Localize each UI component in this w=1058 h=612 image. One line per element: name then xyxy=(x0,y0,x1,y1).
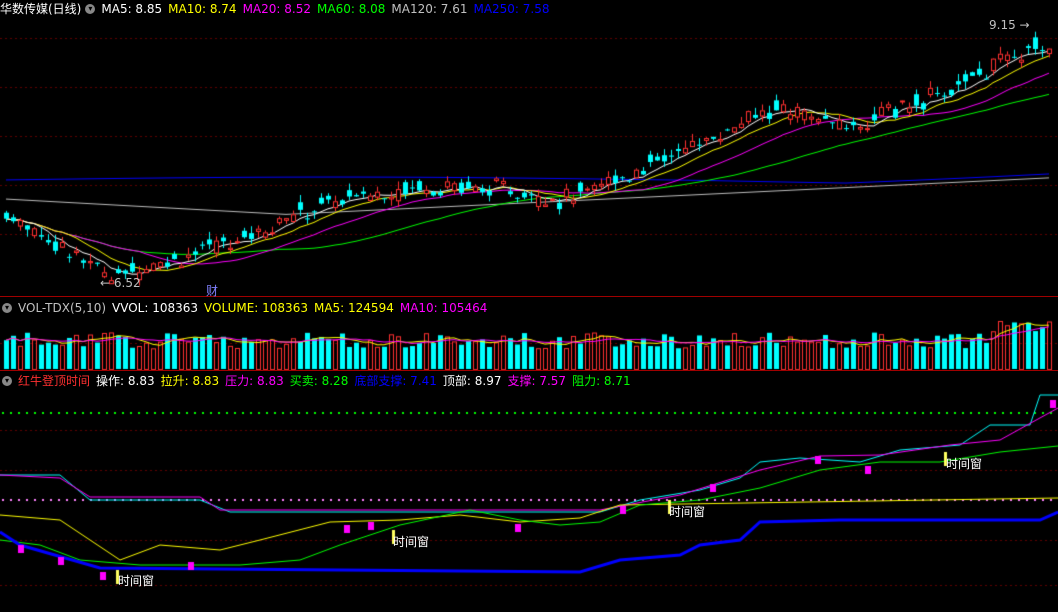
vvol-label: VVOL: 108363 xyxy=(112,301,199,315)
volume-separator xyxy=(0,296,1058,297)
op-label: 操作: 8.83 xyxy=(96,374,155,388)
time-window-label-3: 时间窗 xyxy=(669,505,706,519)
finance-marker[interactable]: 财 xyxy=(206,282,218,299)
ma120-label: MA120: 7.61 xyxy=(391,2,468,16)
arrow-right-icon: → xyxy=(1015,18,1030,32)
indicator-menu-icon[interactable]: ▾ xyxy=(2,376,12,386)
top-label: 顶部: 8.97 xyxy=(442,374,502,388)
ma250-label: MA250: 7.58 xyxy=(473,2,550,16)
lift-label: 拉升: 8.83 xyxy=(160,374,220,388)
ma5-label: MA5: 8.85 xyxy=(101,2,163,16)
time-window-label-1: 时间窗 xyxy=(118,574,155,588)
ma60-label: MA60: 8.08 xyxy=(317,2,386,16)
arrow-left-icon: ← xyxy=(100,276,114,290)
ma20-label: MA20: 8.52 xyxy=(242,2,311,16)
vol-ma5-label: MA5: 124594 xyxy=(313,301,394,315)
support-label: 支撑: 7.57 xyxy=(507,374,567,388)
time-window-label-2: 时间窗 xyxy=(393,535,430,549)
low-price-label: 6.52 xyxy=(113,276,141,290)
volume-menu-icon[interactable]: ▾ xyxy=(2,303,12,313)
trade-label: 买卖: 8.28 xyxy=(289,374,349,388)
high-price-marker: 9.15 → xyxy=(989,18,1030,32)
time-window-label-4: 时间窗 xyxy=(946,457,983,471)
indicator-separator xyxy=(0,370,1058,371)
stock-title[interactable]: 华数传媒(日线) xyxy=(0,0,81,18)
volume-label: VOLUME: 108363 xyxy=(204,301,308,315)
vol-ma10-label: MA10: 105464 xyxy=(399,301,488,315)
ma10-label: MA10: 8.74 xyxy=(168,2,237,16)
indicator-title[interactable]: 红牛登顶时间 xyxy=(18,372,90,390)
pressure-label: 压力: 8.83 xyxy=(225,374,284,388)
bottom-support-label: 底部支撑: 7.41 xyxy=(354,374,437,388)
low-price-marker: ← 6.52 xyxy=(100,276,141,290)
pane-menu-icon[interactable]: ▾ xyxy=(85,4,96,14)
high-price-label: 9.15 xyxy=(989,18,1016,32)
main-pane-header: 华数传媒(日线) ▾ MA5: 8.85 MA10: 8.74 MA20: 8.… xyxy=(0,0,556,18)
resistance-label: 阻力: 8.71 xyxy=(572,374,631,388)
volume-title[interactable]: VOL-TDX(5,10) xyxy=(18,299,106,317)
indicator-pane-header: ▾ 红牛登顶时间 操作: 8.83 拉升: 8.83 压力: 8.83 买卖: … xyxy=(0,372,637,390)
volume-pane-header: ▾ VOL-TDX(5,10) VVOL: 108363 VOLUME: 108… xyxy=(0,299,493,317)
